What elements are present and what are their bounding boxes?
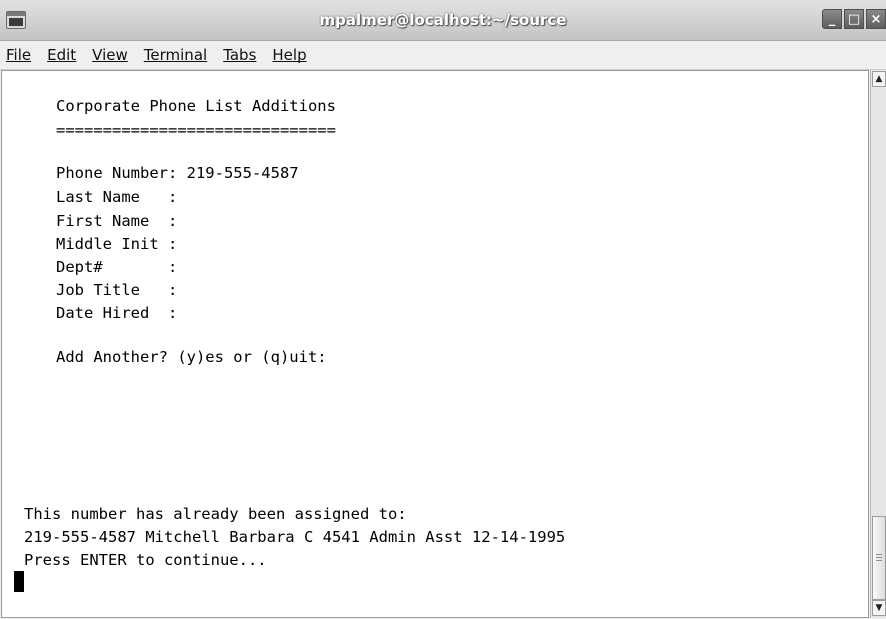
existing-record: 219-555-4587 Mitchell Barbara C 4541 Adm… <box>24 528 566 546</box>
scroll-down-arrow-icon[interactable]: ▼ <box>872 600 886 616</box>
scroll-up-arrow-icon[interactable]: ▲ <box>872 71 886 87</box>
duplicate-message: This number has already been assigned to… <box>24 505 407 523</box>
close-button[interactable]: × <box>866 9 886 29</box>
header-underline: ============================== <box>56 121 336 139</box>
field-first-name: First Name : <box>56 212 178 230</box>
menu-help[interactable]: Help <box>267 46 311 64</box>
title-bar[interactable]: mpalmer@localhost:~/source _ □ × <box>0 0 886 41</box>
add-another-prompt: Add Another? (y)es or (q)uit: <box>56 348 327 366</box>
field-dept: Dept# : <box>56 258 178 276</box>
field-job-title: Job Title : <box>56 281 178 299</box>
menu-tabs[interactable]: Tabs <box>218 46 261 64</box>
field-last-name: Last Name : <box>56 188 178 206</box>
field-phone-number: Phone Number: 219-555-4587 <box>56 164 299 182</box>
scrollbar-thumb[interactable] <box>872 516 886 600</box>
window-title: mpalmer@localhost:~/source <box>319 11 567 29</box>
block-cursor <box>14 571 24 592</box>
menu-edit[interactable]: Edit <box>42 46 81 64</box>
terminal-output[interactable]: Corporate Phone List Additions =========… <box>1 70 869 618</box>
minimize-button[interactable]: _ <box>822 9 842 29</box>
menu-terminal[interactable]: Terminal <box>139 46 212 64</box>
vertical-scrollbar[interactable]: ▲ ▼ <box>870 70 886 618</box>
window-controls: _ □ × <box>822 9 886 29</box>
terminal-window: mpalmer@localhost:~/source _ □ × File Ed… <box>0 0 886 619</box>
menu-bar: File Edit View Terminal Tabs Help <box>0 41 886 70</box>
screen-header: Corporate Phone List Additions <box>56 97 336 115</box>
menu-file[interactable]: File <box>1 46 36 64</box>
field-middle-init: Middle Init : <box>56 235 178 253</box>
field-date-hired: Date Hired : <box>56 304 178 322</box>
continue-prompt: Press ENTER to continue... <box>24 551 267 569</box>
menu-view[interactable]: View <box>87 46 133 64</box>
maximize-button[interactable]: □ <box>844 9 864 29</box>
